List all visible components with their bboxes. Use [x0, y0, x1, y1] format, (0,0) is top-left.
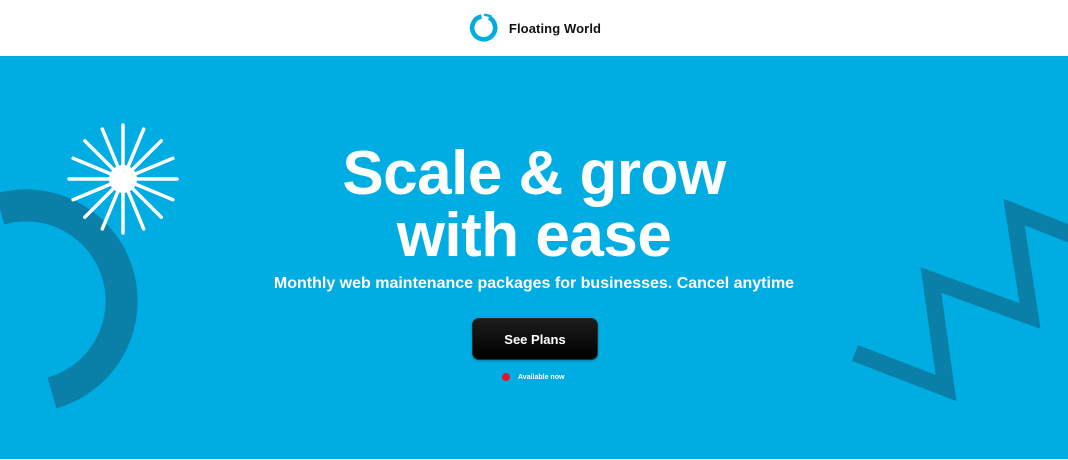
- see-plans-button[interactable]: See Plans: [472, 318, 598, 360]
- hero-headline: Scale & grow with ease: [0, 143, 1068, 267]
- availability-status: Available now: [502, 373, 564, 381]
- hero-section: Scale & grow with ease Monthly web maint…: [0, 56, 1068, 459]
- top-bar: Floating World: [0, 0, 1068, 56]
- headline-line-2: with ease: [396, 201, 672, 270]
- brand-name: Floating World: [508, 20, 602, 36]
- status-dot-icon: [502, 373, 510, 381]
- status-text: Available now: [518, 373, 565, 381]
- brand[interactable]: Floating World: [469, 13, 601, 43]
- circle-ring-logo-icon: [469, 13, 498, 42]
- headline-line-1: Scale & grow: [342, 139, 726, 208]
- hero-subtitle: Monthly web maintenance packages for bus…: [273, 275, 795, 292]
